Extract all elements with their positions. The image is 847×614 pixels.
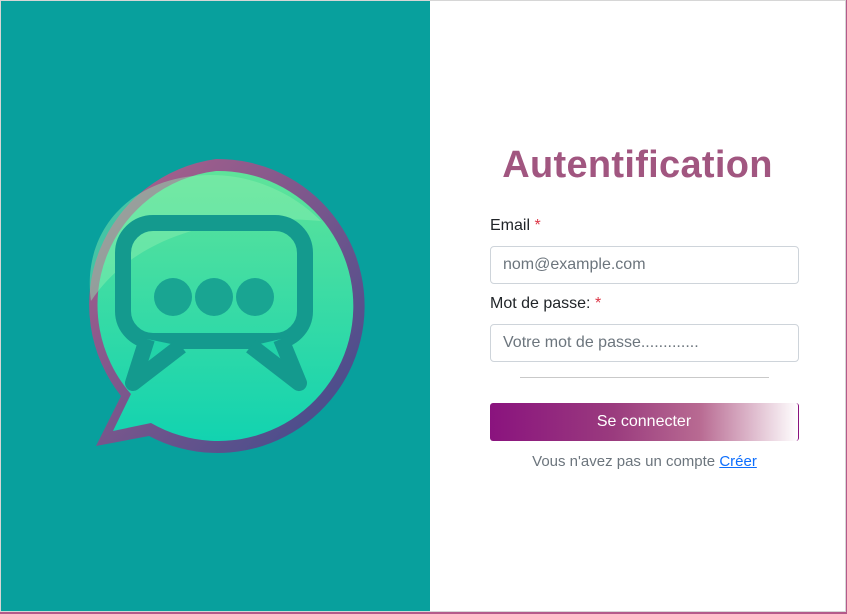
password-label-text: Mot de passe: <box>490 295 591 312</box>
divider <box>520 377 769 378</box>
signup-prompt: Vous n'avez pas un compte Créer <box>490 453 799 470</box>
page-title: Autentification <box>502 144 773 186</box>
illustration-panel <box>1 1 430 611</box>
required-marker: * <box>534 217 541 234</box>
email-label-text: Email <box>490 217 531 234</box>
login-form-panel: Autentification Email * Mot de passe: * … <box>430 1 845 611</box>
login-card: Autentification Email * Mot de passe: * … <box>0 0 846 612</box>
email-input[interactable] <box>490 246 799 284</box>
password-label: Mot de passe: * <box>490 295 601 313</box>
required-marker: * <box>594 295 602 312</box>
login-button[interactable]: Se connecter <box>490 403 799 441</box>
password-input[interactable] <box>490 324 799 362</box>
signup-prompt-text: Vous n'avez pas un compte <box>532 453 716 470</box>
chat-bubble-icon <box>89 158 365 453</box>
create-account-link[interactable]: Créer <box>719 453 757 470</box>
email-label: Email * <box>490 217 541 235</box>
